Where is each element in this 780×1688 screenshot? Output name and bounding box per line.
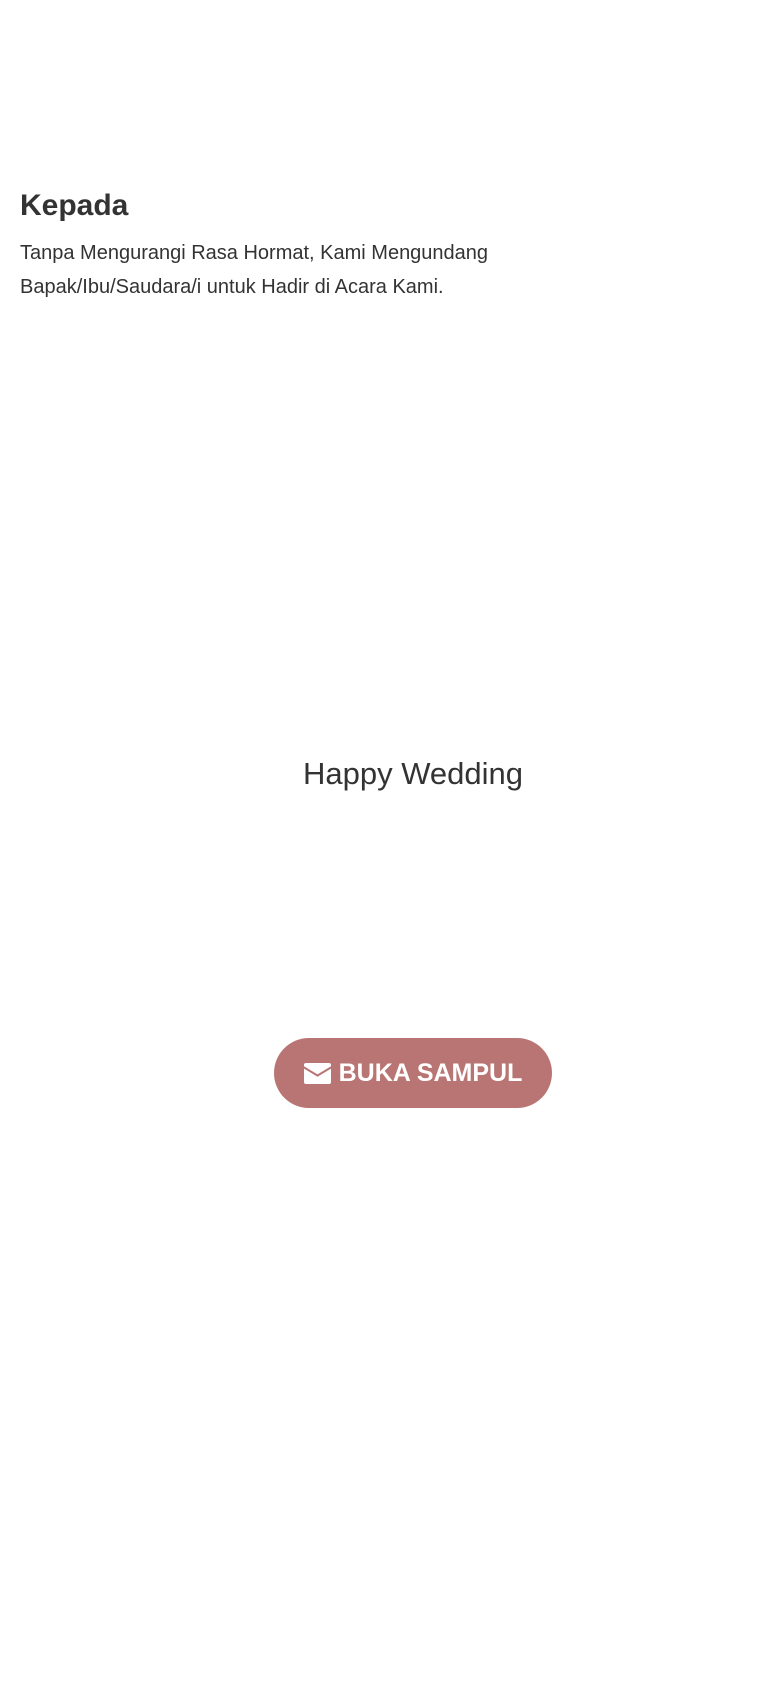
greeting-title: Kepada	[20, 189, 129, 222]
greeting-message-line-2: Bapak/Ibu/Saudara/i untuk Hadir di Acara…	[20, 276, 444, 298]
greeting-section: Kepada Tanpa Mengurangi Rasa Hormat, Kam…	[20, 186, 560, 304]
greeting-message: Tanpa Mengurangi Rasa Hormat, Kami Mengu…	[20, 236, 560, 304]
greeting-message-line-1: Tanpa Mengurangi Rasa Hormat, Kami Mengu…	[20, 242, 489, 264]
envelope-icon	[303, 1062, 331, 1084]
open-invitation-label: BUKA SAMPUL	[338, 1058, 523, 1087]
open-invitation-button[interactable]: BUKA SAMPUL	[274, 1038, 552, 1108]
wedding-title: Happy Wedding	[302, 756, 523, 791]
